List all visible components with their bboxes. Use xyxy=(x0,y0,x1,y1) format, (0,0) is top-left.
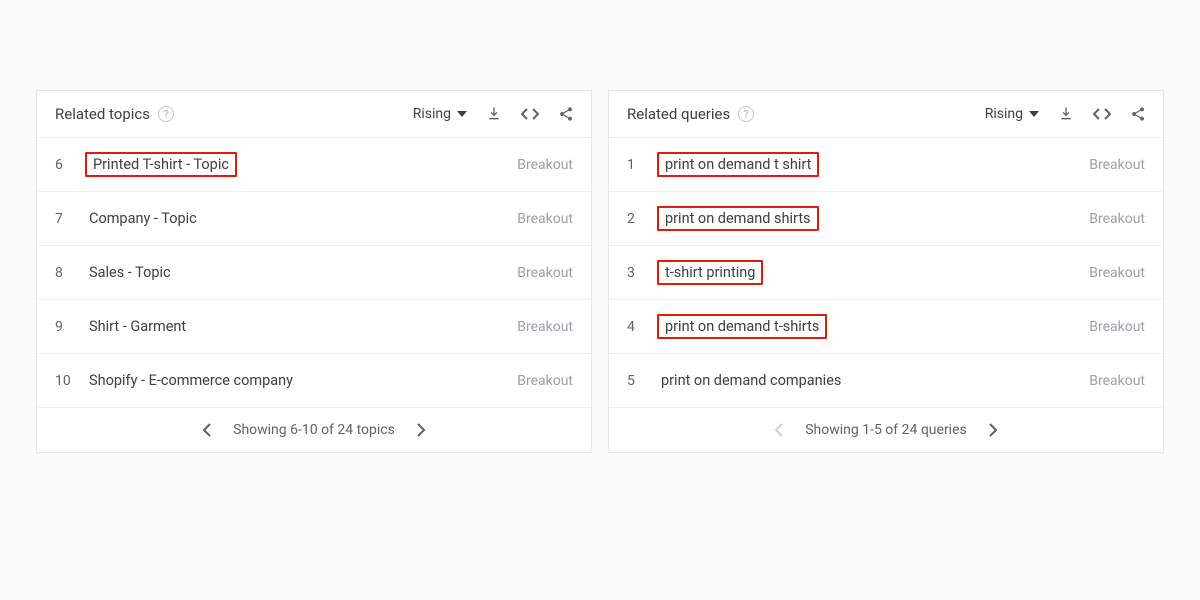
row-rank: 8 xyxy=(55,265,71,281)
row-label: print on demand companies xyxy=(657,371,845,390)
chevron-left-icon xyxy=(202,423,211,437)
row-left: 9 Shirt - Garment xyxy=(55,317,190,336)
prev-page-button xyxy=(774,423,783,437)
next-page-button[interactable] xyxy=(989,423,998,437)
embed-icon[interactable] xyxy=(521,105,539,123)
row-left: 1 print on demand t shirt xyxy=(627,152,819,177)
row-left: 5 print on demand companies xyxy=(627,371,845,390)
pagination-text: Showing 6-10 of 24 topics xyxy=(233,422,395,438)
list-item[interactable]: 1 print on demand t shirt Breakout xyxy=(609,138,1163,192)
row-label: print on demand t shirt xyxy=(657,152,819,177)
download-icon[interactable] xyxy=(485,105,503,123)
row-value: Breakout xyxy=(1089,211,1145,227)
row-value: Breakout xyxy=(1089,265,1145,281)
row-label: Shirt - Garment xyxy=(85,317,190,336)
row-rank: 7 xyxy=(55,211,71,227)
row-left: 7 Company - Topic xyxy=(55,209,201,228)
row-value: Breakout xyxy=(1089,157,1145,173)
related-topics-panel: Related topics ? Rising xyxy=(36,90,592,453)
sort-select[interactable]: Rising xyxy=(985,106,1039,122)
embed-icon[interactable] xyxy=(1093,105,1111,123)
prev-page-button[interactable] xyxy=(202,423,211,437)
panel-title: Related queries xyxy=(627,105,730,123)
row-left: 2 print on demand shirts xyxy=(627,206,819,231)
row-rank: 2 xyxy=(627,211,643,227)
row-value: Breakout xyxy=(517,373,573,389)
trends-panels-container: Related topics ? Rising xyxy=(0,0,1200,493)
row-left: 6 Printed T-shirt - Topic xyxy=(55,152,237,177)
row-rank: 4 xyxy=(627,319,643,335)
row-label: print on demand t-shirts xyxy=(657,314,827,339)
download-icon[interactable] xyxy=(1057,105,1075,123)
row-left: 8 Sales - Topic xyxy=(55,263,175,282)
row-rank: 10 xyxy=(55,373,71,389)
panel-actions: Rising xyxy=(413,105,575,123)
list-item[interactable]: 4 print on demand t-shirts Breakout xyxy=(609,300,1163,354)
chevron-right-icon xyxy=(417,423,426,437)
share-icon[interactable] xyxy=(1129,105,1147,123)
sort-label: Rising xyxy=(413,106,451,122)
row-left: 10 Shopify - E-commerce company xyxy=(55,371,297,390)
row-rank: 3 xyxy=(627,265,643,281)
row-label: t-shirt printing xyxy=(657,260,763,285)
panel-title: Related topics xyxy=(55,105,150,123)
list-item[interactable]: 3 t-shirt printing Breakout xyxy=(609,246,1163,300)
row-value: Breakout xyxy=(1089,373,1145,389)
row-rank: 9 xyxy=(55,319,71,335)
help-icon[interactable]: ? xyxy=(158,106,174,122)
panel-header: Related queries ? Rising xyxy=(609,91,1163,138)
related-queries-panel: Related queries ? Rising xyxy=(608,90,1164,453)
row-label: Printed T-shirt - Topic xyxy=(85,152,237,177)
row-value: Breakout xyxy=(1089,319,1145,335)
chevron-left-icon xyxy=(774,423,783,437)
row-label: Shopify - E-commerce company xyxy=(85,371,297,390)
row-left: 4 print on demand t-shirts xyxy=(627,314,827,339)
list-item[interactable]: 2 print on demand shirts Breakout xyxy=(609,192,1163,246)
row-left: 3 t-shirt printing xyxy=(627,260,763,285)
list-item[interactable]: 9 Shirt - Garment Breakout xyxy=(37,300,591,354)
row-value: Breakout xyxy=(517,265,573,281)
panel-title-wrap: Related topics ? xyxy=(55,105,174,123)
row-value: Breakout xyxy=(517,211,573,227)
chevron-down-icon xyxy=(457,111,467,117)
pagination-text: Showing 1-5 of 24 queries xyxy=(805,422,967,438)
panel-title-wrap: Related queries ? xyxy=(627,105,754,123)
row-value: Breakout xyxy=(517,319,573,335)
row-label: Sales - Topic xyxy=(85,263,175,282)
row-value: Breakout xyxy=(517,157,573,173)
panel-actions: Rising xyxy=(985,105,1147,123)
list-item[interactable]: 10 Shopify - E-commerce company Breakout xyxy=(37,354,591,408)
chevron-down-icon xyxy=(1029,111,1039,117)
next-page-button[interactable] xyxy=(417,423,426,437)
row-rank: 1 xyxy=(627,157,643,173)
panel-footer: Showing 1-5 of 24 queries xyxy=(609,408,1163,452)
row-label: Company - Topic xyxy=(85,209,201,228)
list-item[interactable]: 8 Sales - Topic Breakout xyxy=(37,246,591,300)
sort-label: Rising xyxy=(985,106,1023,122)
list-item[interactable]: 5 print on demand companies Breakout xyxy=(609,354,1163,408)
panel-footer: Showing 6-10 of 24 topics xyxy=(37,408,591,452)
help-icon[interactable]: ? xyxy=(738,106,754,122)
list-item[interactable]: 6 Printed T-shirt - Topic Breakout xyxy=(37,138,591,192)
row-rank: 5 xyxy=(627,373,643,389)
chevron-right-icon xyxy=(989,423,998,437)
row-rank: 6 xyxy=(55,157,71,173)
panel-header: Related topics ? Rising xyxy=(37,91,591,138)
sort-select[interactable]: Rising xyxy=(413,106,467,122)
row-label: print on demand shirts xyxy=(657,206,819,231)
share-icon[interactable] xyxy=(557,105,575,123)
list-item[interactable]: 7 Company - Topic Breakout xyxy=(37,192,591,246)
